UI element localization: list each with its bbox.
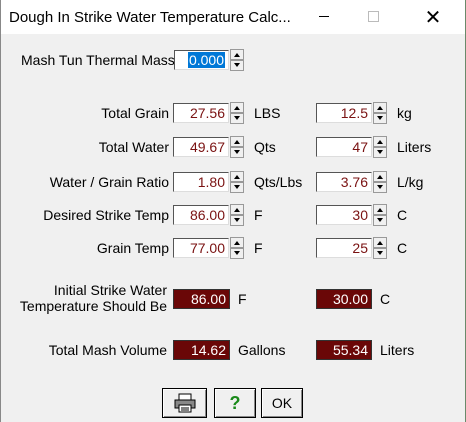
mash-volume-us-output: 14.62 bbox=[173, 340, 230, 360]
help-button[interactable]: ? bbox=[214, 388, 256, 418]
thermal-mass-input[interactable]: 0.000 bbox=[174, 50, 229, 70]
desired-strike-temp-label: Desired Strike Temp bbox=[43, 207, 169, 223]
mash-volume-metric-output: 55.34 bbox=[316, 340, 372, 360]
grain-temp-metric-input[interactable]: 25 bbox=[316, 238, 372, 258]
total-water-metric-input[interactable]: 47 bbox=[316, 137, 372, 157]
close-icon: ✕ bbox=[424, 5, 442, 29]
spin-up-icon[interactable] bbox=[230, 102, 244, 113]
strike-temp-metric-unit: C bbox=[397, 207, 408, 223]
total-grain-us-unit: LBS bbox=[254, 105, 281, 121]
calculator-window: Dough In Strike Water Temperature Calc..… bbox=[0, 0, 466, 422]
grain-temp-us-unit: F bbox=[254, 240, 263, 256]
mash-volume-label: Total Mash Volume bbox=[48, 342, 167, 358]
spin-up-icon[interactable] bbox=[373, 171, 387, 182]
ratio-us-input[interactable]: 1.80 bbox=[173, 172, 229, 192]
title-bar: Dough In Strike Water Temperature Calc..… bbox=[1, 0, 465, 34]
window-title: Dough In Strike Water Temperature Calc..… bbox=[9, 9, 291, 26]
ok-button[interactable]: OK bbox=[261, 388, 303, 418]
total-water-us-input[interactable]: 49.67 bbox=[173, 137, 229, 157]
thermal-mass-label: Mash Tun Thermal Mass bbox=[21, 52, 175, 68]
spin-down-icon[interactable] bbox=[230, 215, 244, 226]
spin-down-icon[interactable] bbox=[230, 182, 244, 193]
strike-result-metric-unit: C bbox=[380, 291, 391, 307]
spin-down-icon[interactable] bbox=[230, 248, 244, 259]
total-water-metric-unit: Liters bbox=[397, 139, 432, 155]
spin-up-icon[interactable] bbox=[373, 102, 387, 113]
strike-temp-metric-input[interactable]: 30 bbox=[316, 205, 372, 225]
total-water-us-spinner[interactable] bbox=[230, 136, 244, 158]
mash-volume-us-unit: Gallons bbox=[238, 342, 286, 358]
ratio-metric-input[interactable]: 3.76 bbox=[316, 172, 372, 192]
minimize-button[interactable] bbox=[301, 0, 347, 34]
spin-down-icon[interactable] bbox=[373, 215, 387, 226]
grain-temp-metric-spinner[interactable] bbox=[373, 237, 387, 259]
grain-temp-label: Grain Temp bbox=[96, 240, 169, 256]
total-water-label: Total Water bbox=[98, 139, 169, 155]
total-grain-label: Total Grain bbox=[101, 105, 169, 121]
ratio-us-unit: Qts/Lbs bbox=[254, 174, 303, 190]
total-grain-us-input[interactable]: 27.56 bbox=[173, 103, 229, 123]
spin-up-icon[interactable] bbox=[373, 136, 387, 147]
spin-up-icon[interactable] bbox=[230, 237, 244, 248]
total-grain-us-spinner[interactable] bbox=[230, 102, 244, 124]
mash-volume-metric-unit: Liters bbox=[380, 342, 415, 358]
minimize-icon bbox=[319, 16, 329, 18]
strike-result-us-unit: F bbox=[238, 291, 247, 307]
grain-temp-us-input[interactable]: 77.00 bbox=[173, 238, 229, 258]
strike-temp-metric-spinner[interactable] bbox=[373, 204, 387, 226]
print-button[interactable] bbox=[162, 388, 207, 418]
total-grain-metric-spinner[interactable] bbox=[373, 102, 387, 124]
total-grain-metric-input[interactable]: 12.5 bbox=[316, 103, 372, 123]
printer-icon bbox=[174, 393, 195, 413]
total-grain-metric-unit: kg bbox=[397, 105, 412, 121]
spin-down-icon[interactable] bbox=[373, 113, 387, 124]
maximize-button bbox=[350, 0, 396, 34]
strike-temp-us-unit: F bbox=[254, 207, 263, 223]
strike-result-metric-output: 30.00 bbox=[316, 289, 372, 309]
help-icon: ? bbox=[229, 393, 241, 413]
strike-result-label: Initial Strike Water Temperature Should … bbox=[19, 282, 167, 314]
spin-down-icon[interactable] bbox=[230, 147, 244, 158]
ratio-metric-spinner[interactable] bbox=[373, 171, 387, 193]
ratio-us-spinner[interactable] bbox=[230, 171, 244, 193]
spin-up-icon[interactable] bbox=[230, 136, 244, 147]
spin-up-icon[interactable] bbox=[373, 237, 387, 248]
spin-up-icon[interactable] bbox=[230, 171, 244, 182]
ratio-metric-unit: L/kg bbox=[397, 174, 424, 190]
strike-result-us-output: 86.00 bbox=[173, 289, 230, 309]
grain-temp-metric-unit: C bbox=[397, 240, 408, 256]
spin-down-icon[interactable] bbox=[230, 113, 244, 124]
spin-down-icon[interactable] bbox=[373, 248, 387, 259]
spin-up-icon[interactable] bbox=[373, 204, 387, 215]
spin-down-icon[interactable] bbox=[230, 60, 244, 71]
grain-temp-us-spinner[interactable] bbox=[230, 237, 244, 259]
spin-down-icon[interactable] bbox=[373, 147, 387, 158]
close-button[interactable]: ✕ bbox=[410, 0, 456, 34]
total-water-metric-spinner[interactable] bbox=[373, 136, 387, 158]
spin-down-icon[interactable] bbox=[373, 182, 387, 193]
total-water-us-unit: Qts bbox=[254, 139, 276, 155]
strike-temp-us-spinner[interactable] bbox=[230, 204, 244, 226]
strike-temp-us-input[interactable]: 86.00 bbox=[173, 205, 229, 225]
water-grain-ratio-label: Water / Grain Ratio bbox=[49, 174, 169, 190]
spin-up-icon[interactable] bbox=[230, 204, 244, 215]
thermal-mass-spinner[interactable] bbox=[230, 49, 244, 71]
maximize-icon bbox=[367, 11, 379, 23]
spin-up-icon[interactable] bbox=[230, 49, 244, 60]
